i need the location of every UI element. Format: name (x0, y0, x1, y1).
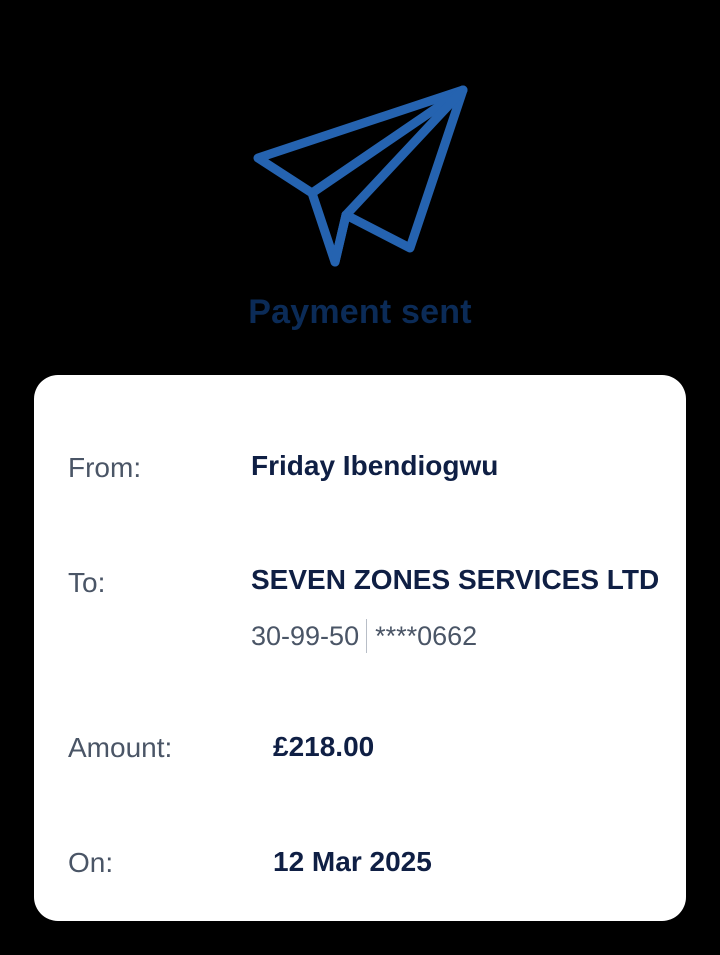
payment-details-card: From: Friday Ibendiogwu To: SEVEN ZONES … (34, 375, 686, 921)
date-label: On: (68, 847, 114, 878)
paper-plane-icon (253, 85, 468, 267)
date-value: 12 Mar 2025 (273, 846, 432, 877)
divider (366, 619, 368, 653)
page-title: Payment sent (248, 293, 472, 331)
from-label: From: (68, 452, 142, 483)
payee-name: SEVEN ZONES SERVICES LTD (251, 564, 660, 595)
to-label: To: (68, 567, 106, 598)
from-value: Friday Ibendiogwu (251, 450, 499, 481)
amount-value: £218.00 (273, 731, 375, 762)
payee-account-details: 30-99-50 ****0662 (251, 619, 477, 653)
amount-label: Amount: (68, 732, 173, 763)
sort-code: 30-99-50 (251, 620, 360, 651)
account-number: ****0662 (375, 620, 478, 651)
